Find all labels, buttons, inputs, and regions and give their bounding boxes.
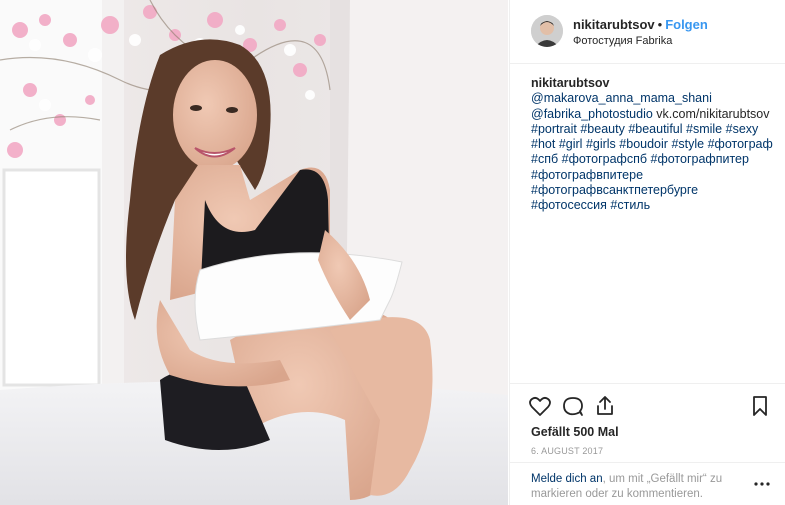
username-link[interactable]: nikitarubtsov [573, 17, 655, 32]
avatar[interactable] [531, 15, 563, 47]
avatar-image [531, 15, 563, 47]
hashtag-link[interactable]: #smile [686, 122, 722, 136]
hashtag-link[interactable]: #beauty [580, 122, 624, 136]
location-link[interactable]: Фотостудия Fabrika [573, 35, 672, 47]
hashtag-link[interactable]: #фотограф [708, 137, 773, 151]
post-sidebar: nikitarubtsov • Folgen Фотостудия Fabrika … [509, 0, 785, 505]
hashtag-link[interactable]: #фотосессия [531, 198, 607, 212]
hashtag-link[interactable]: #фотографвпитере [531, 168, 643, 182]
action-bar [528, 392, 778, 420]
hashtag-link[interactable]: #фотографпитер [651, 152, 749, 166]
comment-icon[interactable] [561, 394, 585, 418]
post-photo[interactable] [0, 0, 508, 505]
hashtag-link[interactable]: #фотографвсанктпетербурге [531, 183, 698, 197]
divider [510, 462, 785, 463]
hashtag-link[interactable]: #спб [531, 152, 558, 166]
share-icon[interactable] [593, 394, 617, 418]
divider [510, 383, 785, 384]
more-options-icon[interactable] [753, 475, 771, 493]
hashtag-link[interactable]: #girl [559, 137, 583, 151]
login-prompt: Melde dich an, um mit „Gefällt mir“ zu m… [531, 472, 751, 502]
mention-link[interactable]: @fabrika_photostudio [531, 107, 653, 121]
post-caption: nikitarubtsov @makarova_anna_mama_shani … [531, 76, 776, 214]
hashtag-link[interactable]: #portrait [531, 122, 577, 136]
caption-plain-text: vk.com/nikitarubtsov [656, 106, 770, 121]
separator-dot: • [657, 17, 663, 32]
bookmark-icon[interactable] [748, 394, 772, 418]
post-date: 6. AUGUST 2017 [531, 446, 604, 456]
hashtag-link[interactable]: #beautiful [628, 122, 682, 136]
header-username-row: nikitarubtsov • Folgen [573, 17, 708, 32]
hashtag-link[interactable]: #style [671, 137, 704, 151]
hashtag-link[interactable]: #стиль [610, 198, 650, 212]
heart-icon[interactable] [528, 394, 552, 418]
likes-count[interactable]: Gefällt 500 Mal [531, 425, 619, 439]
caption-username[interactable]: nikitarubtsov [531, 76, 610, 90]
hashtag-link[interactable]: #hot [531, 137, 555, 151]
photo-illustration [0, 0, 508, 505]
hashtag-link[interactable]: #фотографспб [562, 152, 647, 166]
caption-text: @makarova_anna_mama_shani @fabrika_photo… [531, 91, 773, 212]
hashtag-link[interactable]: #sexy [726, 122, 759, 136]
mention-link[interactable]: @makarova_anna_mama_shani [531, 91, 712, 105]
hashtag-link[interactable]: #boudoir [619, 137, 668, 151]
login-link[interactable]: Melde dich an [531, 473, 603, 485]
hashtag-link[interactable]: #girls [586, 137, 616, 151]
follow-button[interactable]: Folgen [665, 17, 708, 32]
post-header: nikitarubtsov • Folgen Фотостудия Fabrika [510, 0, 785, 64]
